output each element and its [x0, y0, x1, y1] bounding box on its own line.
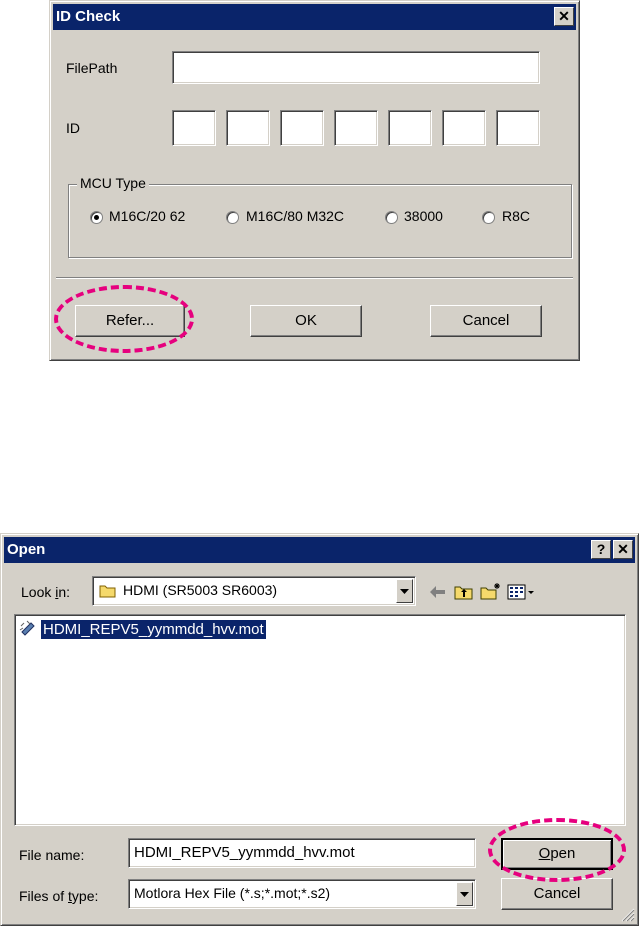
ok-button[interactable]: OK [250, 305, 362, 337]
refer-button[interactable]: Refer... [75, 305, 185, 337]
id-check-dialog: ID Check ✕ FilePath ID MCU Type M16C/20 … [49, 0, 580, 361]
close-icon[interactable]: ✕ [613, 540, 633, 559]
open-dialog: Open ? ✕ Look in: HDMI (SR5003 SR6003) H… [0, 533, 639, 926]
lookin-label: Look in: [21, 584, 71, 600]
filepath-label: FilePath [66, 60, 118, 76]
close-icon[interactable]: ✕ [554, 7, 574, 26]
radio-38000[interactable] [385, 211, 398, 224]
radio-m16c-20-62[interactable] [90, 211, 103, 224]
file-icon [19, 620, 35, 636]
dialog-separator [56, 277, 573, 279]
back-arrow-icon[interactable] [429, 585, 447, 599]
filetype-dropdown-icon[interactable] [456, 882, 473, 906]
lookin-value: HDMI (SR5003 SR6003) [123, 582, 278, 598]
id-field-7[interactable] [496, 110, 540, 146]
lookin-combo[interactable]: HDMI (SR5003 SR6003) [92, 576, 416, 606]
radio-r8c[interactable] [482, 211, 495, 224]
file-name: HDMI_REPV5_yymmdd_hvv.mot [40, 619, 267, 640]
resize-grip-icon[interactable] [621, 908, 635, 922]
folder-icon [99, 585, 116, 598]
id-check-titlebar[interactable]: ID Check ✕ [53, 4, 576, 30]
filename-label: File name: [19, 847, 85, 863]
file-list[interactable]: HDMI_REPV5_yymmdd_hvv.mot [14, 614, 626, 826]
radio-label-r8c[interactable]: R8C [502, 208, 530, 224]
view-menu-icon[interactable] [507, 584, 535, 600]
filetype-combo[interactable]: Motlora Hex File (*.s;*.mot;*.s2) [128, 879, 476, 909]
radio-label-m16c-80-m32c[interactable]: M16C/80 M32C [246, 208, 344, 224]
filetype-label: Files of type: [19, 888, 99, 904]
id-field-6[interactable] [442, 110, 486, 146]
cancel-button[interactable]: Cancel [430, 305, 542, 337]
id-field-2[interactable] [226, 110, 270, 146]
help-icon[interactable]: ? [591, 540, 611, 559]
new-folder-icon[interactable] [480, 582, 502, 600]
filepath-input[interactable] [172, 51, 540, 84]
id-field-4[interactable] [334, 110, 378, 146]
open-button[interactable]: Open [501, 838, 613, 870]
radio-label-38000[interactable]: 38000 [404, 208, 443, 224]
id-field-5[interactable] [388, 110, 432, 146]
filename-input[interactable]: HDMI_REPV5_yymmdd_hvv.mot [128, 838, 476, 868]
cancel-button[interactable]: Cancel [501, 878, 613, 910]
id-check-title: ID Check [56, 8, 121, 25]
open-title: Open [7, 541, 46, 558]
up-folder-icon[interactable] [454, 583, 474, 600]
mcu-type-title: MCU Type [77, 175, 149, 191]
id-field-3[interactable] [280, 110, 324, 146]
id-field-1[interactable] [172, 110, 216, 146]
open-titlebar[interactable]: Open ? ✕ [4, 537, 635, 563]
radio-m16c-80-m32c[interactable] [226, 211, 239, 224]
lookin-dropdown-icon[interactable] [396, 579, 413, 603]
filetype-value: Motlora Hex File (*.s;*.mot;*.s2) [134, 885, 331, 901]
id-label: ID [66, 120, 80, 136]
radio-label-m16c-20-62[interactable]: M16C/20 62 [109, 208, 185, 224]
